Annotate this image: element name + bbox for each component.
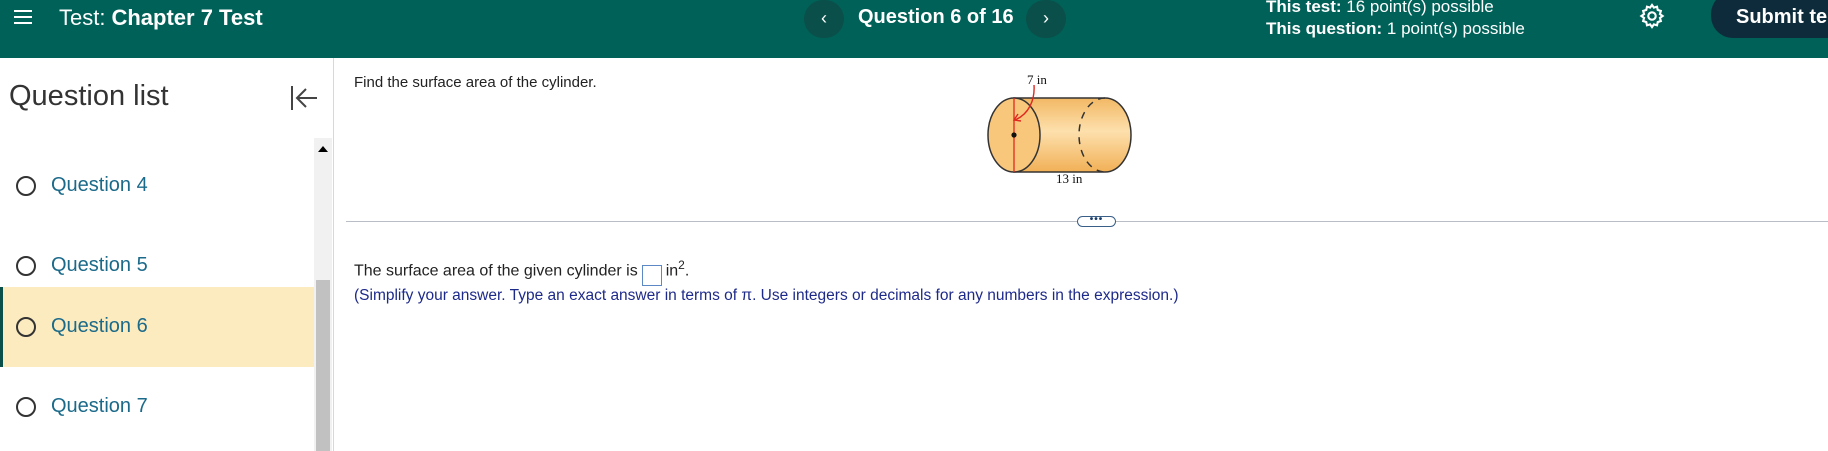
hamburger-icon[interactable]: [12, 6, 34, 28]
test-name: Chapter 7 Test: [111, 5, 263, 30]
this-question-value: 1 point(s) possible: [1386, 19, 1525, 38]
next-question-button[interactable]: ›: [1026, 0, 1066, 38]
question-list-item-label: Question 7: [51, 395, 148, 417]
this-test-value: 16 point(s) possible: [1346, 0, 1494, 16]
radio-icon: [16, 317, 36, 337]
question-list-item-label: Question 4: [51, 174, 148, 196]
gear-icon[interactable]: [1638, 2, 1666, 30]
submit-test-button[interactable]: Submit te: [1711, 0, 1828, 38]
scrollbar-thumb[interactable]: [316, 280, 330, 451]
answer-unit-exponent: 2: [678, 258, 685, 272]
radius-label: 7 in: [1027, 72, 1047, 87]
answer-hint: (Simplify your answer. Type an exact ans…: [354, 287, 1179, 304]
answer-statement: The surface area of the given cylinder i…: [354, 258, 690, 287]
question-prompt: Find the surface area of the cylinder.: [354, 74, 597, 91]
top-bar: Test: Chapter 7 Test ‹ Question 6 of 16 ›…: [0, 0, 1828, 58]
radio-icon: [16, 397, 36, 417]
question-list-item-7[interactable]: Question 7: [0, 367, 314, 447]
previous-question-button[interactable]: ‹: [804, 0, 844, 38]
cylinder-figure: 7 in 13 in: [987, 72, 1132, 186]
collapse-left-icon[interactable]: [288, 82, 320, 114]
answer-prefix: The surface area of the given cylinder i…: [354, 262, 638, 280]
answer-unit: in: [665, 262, 679, 280]
question-list-title: Question list: [9, 80, 169, 112]
pane-resize-handle[interactable]: •••: [1077, 215, 1116, 227]
test-title-prefix: Test:: [59, 5, 106, 30]
scroll-up-arrow-icon[interactable]: [318, 146, 328, 152]
answer-suffix: .: [684, 262, 690, 280]
this-test-label: This test:: [1266, 0, 1342, 16]
test-title: Test: Chapter 7 Test: [59, 5, 263, 31]
question-list-item-label: Question 5: [51, 254, 148, 276]
radio-icon: [16, 256, 36, 276]
answer-input[interactable]: [641, 265, 662, 287]
this-question-label: This question:: [1266, 19, 1383, 38]
question-counter: Question 6 of 16: [858, 6, 1014, 28]
length-label: 13 in: [1056, 171, 1083, 186]
question-list-item-6[interactable]: Question 6: [0, 287, 314, 367]
radio-icon: [16, 176, 36, 196]
question-list-panel: Question list Question 4 Question 5 Ques…: [0, 58, 334, 451]
points-info: This test: 16 point(s) possible This que…: [1266, 0, 1525, 40]
question-list-item-4[interactable]: Question 4: [0, 146, 314, 226]
question-list-item-label: Question 6: [51, 315, 148, 337]
